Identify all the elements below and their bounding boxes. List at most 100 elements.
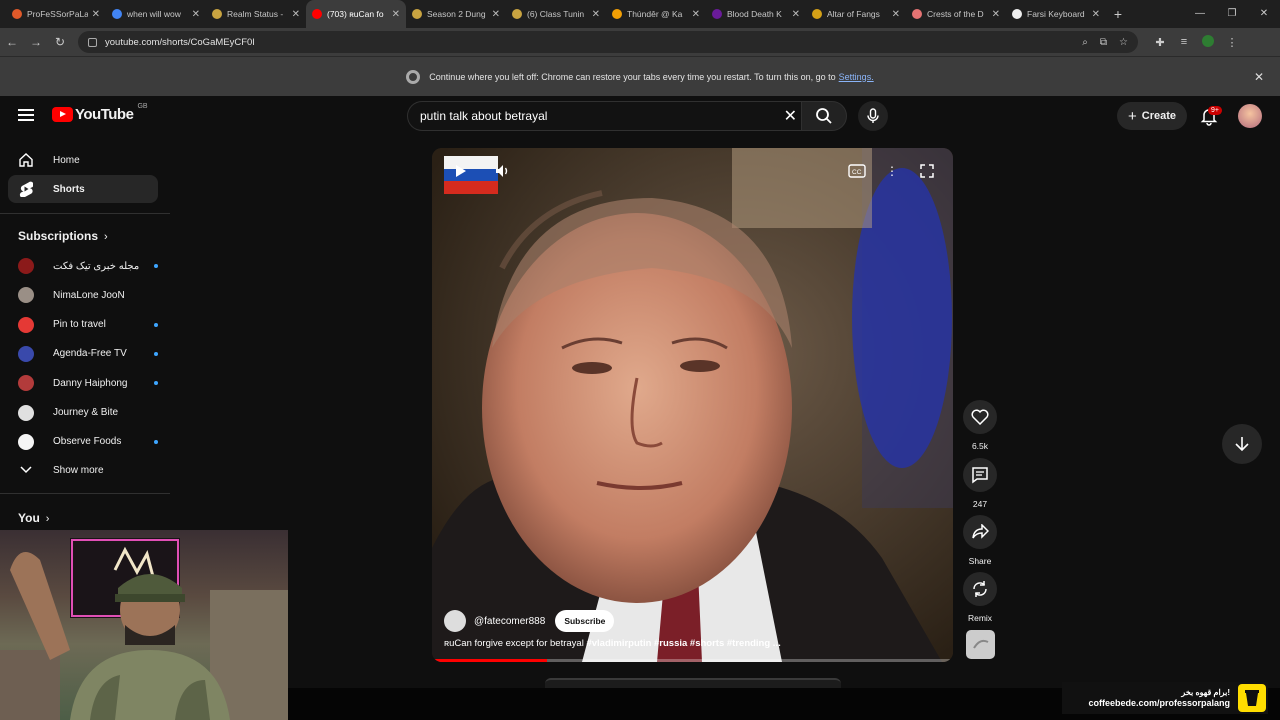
minimize-icon[interactable]: — [1184,0,1216,28]
arrow-down-icon [1235,437,1249,452]
back-icon[interactable]: ← [0,35,24,49]
address-bar[interactable]: youtube.com/shorts/CoGaMEyCF0I ⌕ ⧉ ☆ [78,31,1138,53]
close-tab-icon[interactable]: ✕ [292,9,300,20]
close-tab-icon[interactable]: ✕ [792,9,800,20]
fullscreen-icon[interactable] [916,160,938,182]
close-tab-icon[interactable]: ✕ [192,9,200,20]
tab-title: Realm Status - [227,9,284,19]
restore-tabs-infobar: Continue where you left off: Chrome can … [0,56,1280,96]
url-text: youtube.com/shorts/CoGaMEyCF0I [105,36,255,48]
channel-avatar [18,258,34,274]
close-tab-icon[interactable]: ✕ [892,9,900,20]
restore-icon[interactable]: ❐ [1216,0,1248,28]
extensions-icon[interactable]: ✚ [1148,36,1172,49]
profile-icon[interactable] [1196,34,1220,50]
sound-thumbnail[interactable] [966,630,995,659]
subscription-item[interactable]: Journey & Bite [18,401,158,425]
subscription-item[interactable]: Pin to travel [18,313,158,337]
youtube-logo[interactable]: YouTube GB [52,103,148,123]
share-button[interactable] [963,515,997,549]
show-more-button[interactable]: Show more [8,456,158,484]
video-progress-bar[interactable] [432,659,953,662]
shorts-player[interactable]: CC ⋮ @fatecomer888 Subscribe ʀuCan forgi… [432,148,953,662]
voice-search-button[interactable] [858,101,888,131]
subscribe-button[interactable]: Subscribe [555,610,615,632]
coffee-banner[interactable]: برام قهوه بخر! coffeebede.com/professorp… [1062,682,1268,714]
short-caption[interactable]: ʀuCan forgive except for betrayal #vladi… [444,638,781,649]
close-tab-icon[interactable]: ✕ [492,9,500,20]
close-infobar-icon[interactable]: ✕ [1254,70,1264,84]
subscription-item[interactable]: مجله خبری تیک فکت [18,254,158,278]
close-window-icon[interactable]: ✕ [1248,0,1280,28]
tab-list: ProFeSSorPaLa ✕ when will wow ✕ Realm Status… [6,0,1106,28]
clear-search-icon[interactable]: ✕ [784,106,797,126]
subscription-name: مجله خبری تیک فکت [53,260,140,272]
browser-tab[interactable]: (6) Class Tunin ✕ [506,0,606,28]
like-count: 6.5k [971,441,989,451]
subscriptions-heading[interactable]: Subscriptions › [18,229,108,243]
close-tab-icon[interactable]: ✕ [92,9,100,20]
close-tab-icon[interactable]: ✕ [692,9,700,20]
search-button[interactable] [801,101,847,131]
close-tab-icon[interactable]: ✕ [1092,9,1100,20]
you-heading[interactable]: You › [18,511,49,525]
svg-text:CC: CC [852,169,862,176]
chrome-menu-icon[interactable]: ⋮ [1220,36,1244,49]
browser-tab[interactable]: ProFeSSorPaLa ✕ [6,0,106,28]
sidebar-item-shorts[interactable]: Shorts [8,175,158,203]
browser-tab[interactable]: Realm Status - ✕ [206,0,306,28]
browser-tab[interactable]: when will wow ✕ [106,0,206,28]
browser-tab[interactable]: Blood Death K ✕ [706,0,806,28]
sidebar-item-home[interactable]: Home [8,146,158,174]
browser-tab[interactable]: Crests of the D ✕ [906,0,1006,28]
next-short-preview[interactable] [545,678,841,688]
comments-button[interactable] [963,458,997,492]
browser-tab[interactable]: (703) ʀuCan fo ✕ [306,0,406,28]
browser-tab[interactable]: Altar of Fangs ✕ [806,0,906,28]
infobar-message: Continue where you left off: Chrome can … [429,71,836,82]
next-short-button[interactable] [1222,424,1262,464]
caption-hashtags[interactable]: #vladimirputin #russia #shorts #trending… [586,638,780,649]
install-app-icon[interactable]: ⧉ [1100,37,1107,48]
subscription-item[interactable]: NimaLone JooN [18,283,158,307]
menu-icon[interactable] [18,109,34,121]
tab-title: Blood Death K [727,9,782,19]
close-tab-icon[interactable]: ✕ [392,9,400,20]
subscription-item[interactable]: Danny Haiphong [18,371,158,395]
new-tab-button[interactable]: + [1106,6,1130,22]
settings-link[interactable]: Settings. [839,72,874,82]
browser-tab[interactable]: Farsi Keyboard ✕ [1006,0,1106,28]
more-options-icon[interactable]: ⋮ [881,160,903,182]
captions-icon[interactable]: CC [846,160,868,182]
search-input[interactable]: putin talk about betrayal ✕ [407,101,807,131]
create-button[interactable]: + Create [1117,102,1187,130]
heart-icon [971,409,989,425]
forward-icon[interactable]: → [24,35,48,49]
subscription-item[interactable]: Agenda-Free TV [18,342,158,366]
search-icon [816,108,832,124]
like-button[interactable] [963,400,997,434]
browser-tab[interactable]: Thúndêr @ Ka ✕ [606,0,706,28]
country-code: GB [137,103,148,110]
remix-button[interactable] [963,572,997,606]
subscription-item[interactable]: Observe Foods [18,430,158,454]
reload-icon[interactable]: ↻ [48,35,72,49]
shorts-icon [19,181,33,197]
tab-search-icon[interactable]: ≡ [1172,36,1196,48]
channel-handle[interactable]: @fatecomer888 [474,616,545,627]
bookmark-star-icon[interactable]: ☆ [1119,37,1128,48]
close-tab-icon[interactable]: ✕ [592,9,600,20]
play-icon[interactable] [450,160,472,182]
close-tab-icon[interactable]: ✕ [992,9,1000,20]
volume-icon[interactable] [492,160,514,182]
subscriptions-title: Subscriptions [18,229,99,243]
window-controls: — ❐ ✕ [1184,0,1280,28]
zoom-icon[interactable]: ⌕ [1082,37,1088,48]
tab-title: (703) ʀuCan fo [327,9,384,19]
account-avatar[interactable] [1238,104,1262,128]
comment-action: 247 [962,458,998,509]
browser-tab[interactable]: Season 2 Dung ✕ [406,0,506,28]
channel-avatar[interactable] [444,610,466,632]
share-label: Share [968,556,992,566]
site-info-icon[interactable] [88,37,97,47]
